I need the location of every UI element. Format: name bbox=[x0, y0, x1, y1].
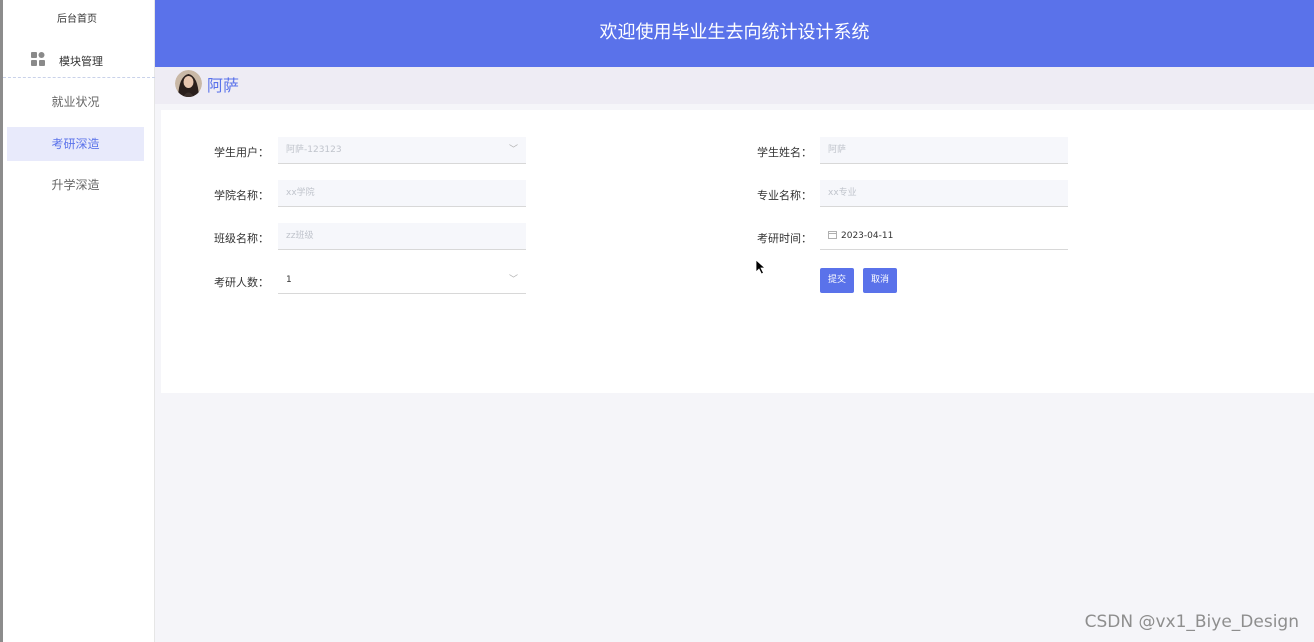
exam-time-value: 2023-04-11 bbox=[841, 231, 894, 241]
sidebar-item-postgraduate-exam[interactable]: 考研深造 bbox=[7, 127, 144, 161]
chevron-down-icon: ﹀ bbox=[508, 275, 518, 285]
major-name-label: 专业名称： bbox=[757, 189, 812, 202]
class-name-field[interactable]: zz班级 bbox=[278, 223, 526, 250]
class-name-value: zz班级 bbox=[286, 231, 314, 241]
exam-count-label: 考研人数： bbox=[214, 276, 269, 289]
sidebar-item-employment[interactable]: 就业状况 bbox=[7, 85, 144, 119]
cancel-button[interactable]: 取消 bbox=[863, 268, 897, 293]
college-name-field[interactable]: xx学院 bbox=[278, 180, 526, 207]
page-header: 欢迎使用毕业生去向统计设计系统 bbox=[155, 0, 1314, 67]
student-name-label: 学生姓名： bbox=[757, 146, 812, 159]
chevron-down-icon: ﹀ bbox=[508, 145, 518, 155]
sidebar-item-further-study[interactable]: 升学深造 bbox=[7, 168, 144, 202]
calendar-icon bbox=[828, 231, 837, 239]
sidebar-home-link[interactable]: 后台首页 bbox=[3, 10, 151, 25]
sidebar: 后台首页 模块管理 就业状况 考研深造 升学深造 bbox=[3, 0, 155, 642]
class-name-label: 班级名称： bbox=[214, 232, 269, 245]
college-name-label: 学院名称： bbox=[214, 189, 269, 202]
exam-time-datepicker[interactable]: 2023-04-11 bbox=[820, 223, 1068, 250]
exam-count-select[interactable]: 1 ﹀ bbox=[278, 267, 526, 294]
major-name-field[interactable]: xx专业 bbox=[820, 180, 1068, 207]
module-grid-icon bbox=[31, 52, 45, 66]
student-name-field[interactable]: 阿萨 bbox=[820, 137, 1068, 164]
exam-time-label: 考研时间： bbox=[757, 232, 812, 245]
student-name-value: 阿萨 bbox=[828, 145, 847, 155]
mouse-cursor-icon bbox=[755, 259, 766, 275]
college-name-value: xx学院 bbox=[286, 188, 315, 198]
watermark-text: CSDN @vx1_Biye_Design bbox=[1084, 612, 1299, 632]
major-name-value: xx专业 bbox=[828, 188, 857, 198]
student-user-select[interactable]: 阿萨-123123 ﹀ bbox=[278, 137, 526, 164]
user-bar: 阿萨 bbox=[155, 67, 1314, 104]
page-title: 欢迎使用毕业生去向统计设计系统 bbox=[599, 22, 870, 43]
sidebar-module-label: 模块管理 bbox=[59, 55, 103, 68]
avatar-icon[interactable] bbox=[175, 70, 202, 97]
exam-count-value: 1 bbox=[286, 275, 292, 285]
sidebar-module-management[interactable]: 模块管理 bbox=[3, 40, 155, 78]
student-user-value: 阿萨-123123 bbox=[286, 145, 342, 155]
user-name[interactable]: 阿萨 bbox=[207, 72, 239, 96]
student-user-label: 学生用户： bbox=[214, 146, 269, 159]
submit-button[interactable]: 提交 bbox=[820, 268, 854, 293]
